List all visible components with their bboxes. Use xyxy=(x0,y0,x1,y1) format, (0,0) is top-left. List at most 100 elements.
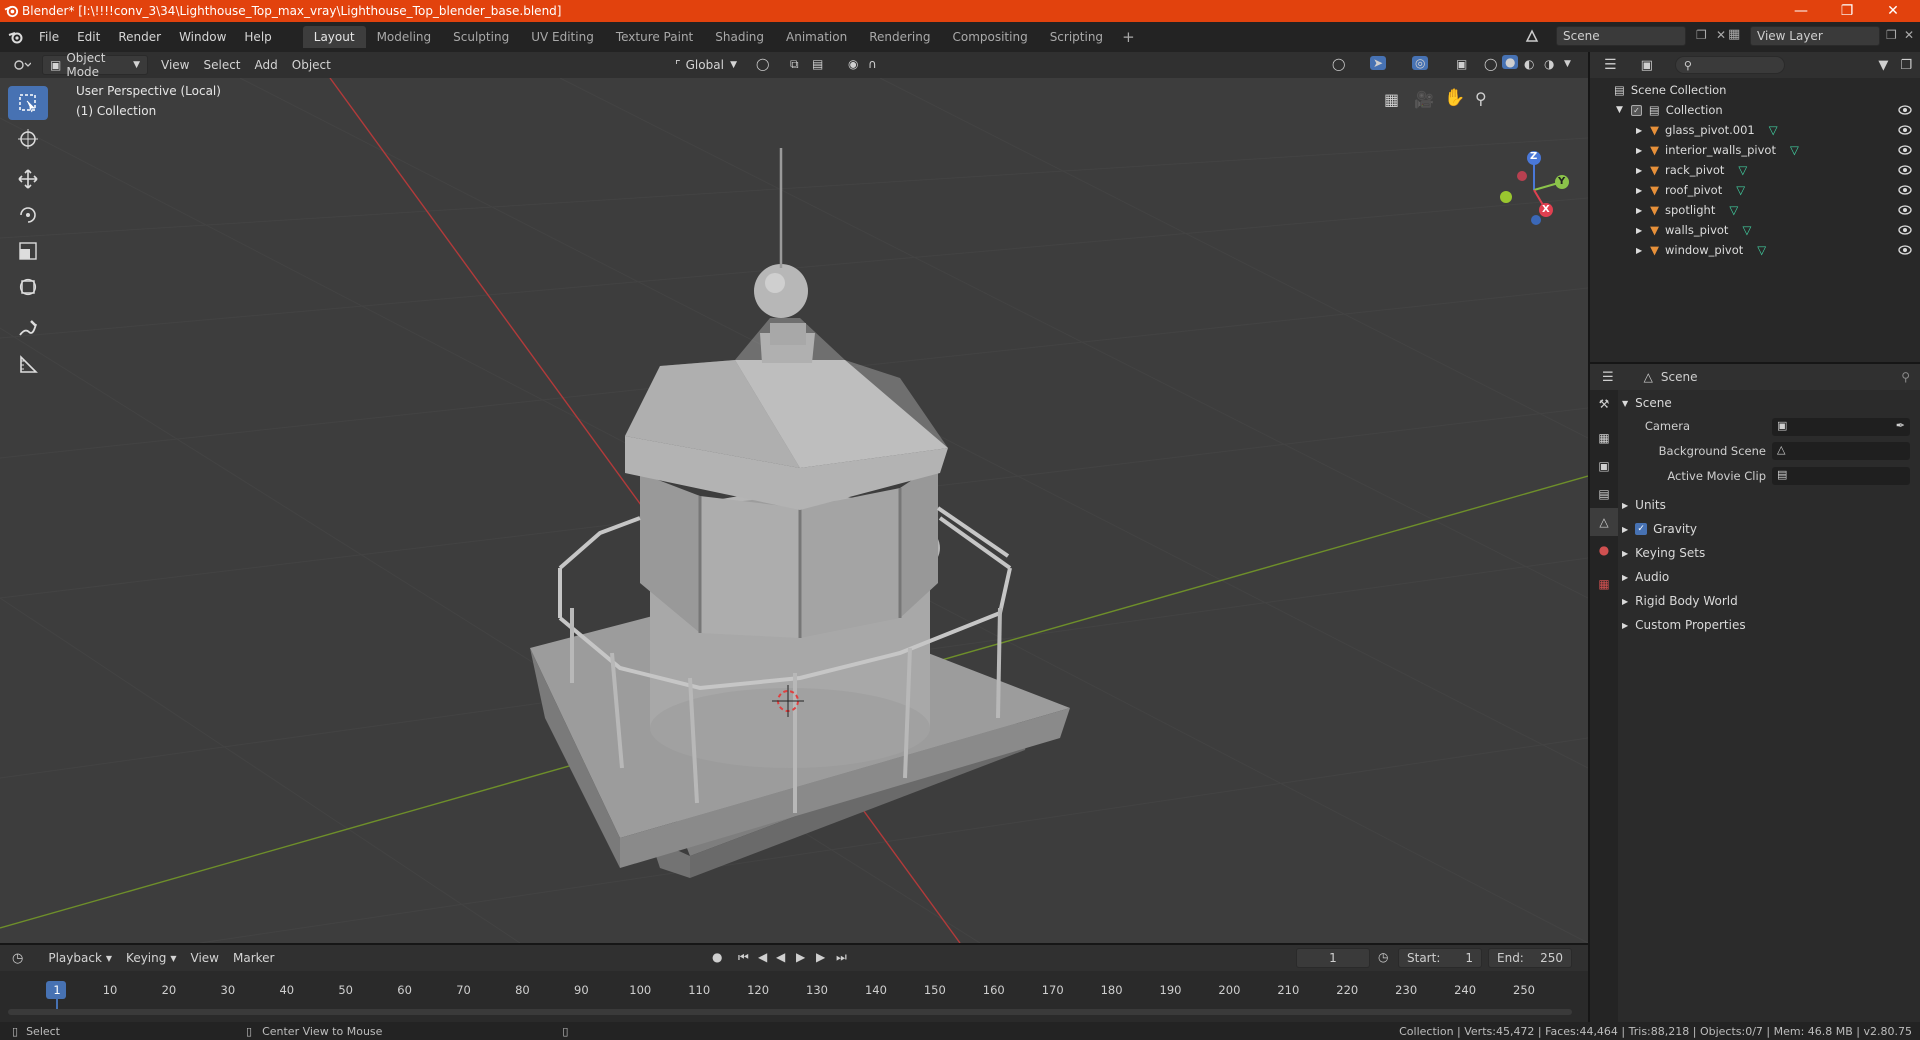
material-shading-icon[interactable]: ◐ xyxy=(1524,57,1534,71)
filter-icon[interactable]: ▼ xyxy=(1878,58,1888,73)
gravity-checkbox[interactable]: ✓ xyxy=(1635,523,1648,535)
eye-icon[interactable] xyxy=(1898,205,1912,215)
gravity-panel-header[interactable]: ▶ ✓ Gravity xyxy=(1622,518,1916,540)
outliner-editor-icon[interactable]: ☰ xyxy=(1604,57,1617,73)
world-tab-icon[interactable]: ● xyxy=(1590,536,1618,564)
background-scene-field[interactable]: △ xyxy=(1772,442,1910,460)
properties-editor-icon[interactable]: ☰ xyxy=(1602,370,1614,385)
expand-arrow-icon[interactable]: ▶ xyxy=(1636,166,1642,175)
clock-icon[interactable]: ◷ xyxy=(1378,950,1388,964)
tab-animation[interactable]: Animation xyxy=(775,26,858,48)
timeline-scrollbar[interactable] xyxy=(8,1009,1572,1015)
eye-icon[interactable] xyxy=(1898,105,1912,115)
scene-type-icon[interactable] xyxy=(1524,26,1540,46)
render-tab-icon[interactable]: ▦ xyxy=(1590,424,1618,452)
collection-row[interactable]: ▼ ✓ ▤ Collection xyxy=(1590,100,1920,120)
minimize-button[interactable]: — xyxy=(1778,0,1824,22)
outliner-item[interactable]: ▶ ▼ glass_pivot.001 ▽ xyxy=(1590,120,1920,140)
outliner-item[interactable]: ▶ ▼ walls_pivot ▽ xyxy=(1590,220,1920,240)
transform-orientation-dropdown[interactable]: ⌜ Global ▼ xyxy=(668,55,744,75)
texture-tab-icon[interactable]: ▦ xyxy=(1590,570,1618,598)
gizmo-z-label[interactable]: Z xyxy=(1530,151,1537,162)
current-frame-field[interactable]: 1 xyxy=(1296,948,1370,968)
scene-name-field[interactable]: Scene xyxy=(1563,29,1600,43)
cursor-tool[interactable] xyxy=(8,122,48,156)
proportional-edit-icon[interactable]: ◉ xyxy=(848,57,858,71)
menu-select[interactable]: Select xyxy=(196,55,247,75)
expand-arrow-icon[interactable]: ▶ xyxy=(1636,206,1642,215)
3d-viewport[interactable]: Z Y X ▦ 🎥 ✋ ⚲ User Perspective (Local) (… xyxy=(0,78,1588,943)
tab-shading[interactable]: Shading xyxy=(704,26,775,48)
xray-toggle-icon[interactable]: ▣ xyxy=(1456,57,1467,71)
new-collection-icon[interactable]: ❐ xyxy=(1900,58,1912,73)
audio-panel-header[interactable]: ▶ Audio xyxy=(1622,566,1916,588)
play-icon[interactable]: ▶ xyxy=(796,950,805,964)
menu-window[interactable]: Window xyxy=(170,30,235,44)
timeline-editor-icon[interactable]: ◷ xyxy=(12,951,23,966)
annotate-tool[interactable] xyxy=(8,312,48,346)
rigid-body-world-panel-header[interactable]: ▶ Rigid Body World xyxy=(1622,590,1916,612)
object-mode-dropdown[interactable]: ▣ Object Mode ▼ xyxy=(42,51,148,79)
gizmo-x-label[interactable]: X xyxy=(1542,204,1550,215)
start-frame-field[interactable]: Start: 1 xyxy=(1398,948,1482,968)
custom-properties-panel-header[interactable]: ▶ Custom Properties xyxy=(1622,614,1916,636)
maximize-button[interactable]: ❐ xyxy=(1824,0,1870,22)
units-panel-header[interactable]: ▶ Units xyxy=(1622,494,1916,516)
eye-icon[interactable] xyxy=(1898,125,1912,135)
scene-panel-header[interactable]: ▼ Scene xyxy=(1622,392,1916,414)
scene-copy-icon[interactable]: ❐ xyxy=(1696,28,1707,42)
zoom-icon[interactable]: ⚲ xyxy=(1475,89,1487,108)
shading-options-icon[interactable]: ▼ xyxy=(1564,59,1571,69)
eye-icon[interactable] xyxy=(1898,145,1912,155)
overlay-toggle-icon[interactable]: ◎ xyxy=(1412,56,1429,70)
scene-tab-icon[interactable]: △ xyxy=(1590,508,1618,536)
expand-arrow-icon[interactable]: ▶ xyxy=(1636,126,1642,135)
tab-texture-paint[interactable]: Texture Paint xyxy=(605,26,704,48)
expand-arrow-icon[interactable]: ▶ xyxy=(1636,226,1642,235)
solid-shading-icon[interactable]: ● xyxy=(1502,55,1519,69)
eyedropper-icon[interactable]: ✒ xyxy=(1896,419,1905,432)
rotate-tool[interactable] xyxy=(8,198,48,232)
tab-compositing[interactable]: Compositing xyxy=(941,26,1038,48)
outliner-item[interactable]: ▶ ▼ rack_pivot ▽ xyxy=(1590,160,1920,180)
pivot-point-icon[interactable]: ◯ xyxy=(756,57,769,71)
next-keyframe-icon[interactable]: ▶ xyxy=(816,950,825,964)
menu-view[interactable]: View xyxy=(154,55,196,75)
menu-marker[interactable]: Marker xyxy=(226,948,281,968)
expand-arrow-icon[interactable]: ▶ xyxy=(1636,186,1642,195)
gizmo-y-label[interactable]: Y xyxy=(1558,176,1565,187)
pin-icon[interactable]: ⚲ xyxy=(1901,370,1910,384)
active-movie-clip-field[interactable]: ▤ xyxy=(1772,467,1910,485)
tab-rendering[interactable]: Rendering xyxy=(858,26,941,48)
record-icon[interactable]: ● xyxy=(712,950,722,964)
end-frame-field[interactable]: End: 250 xyxy=(1488,948,1572,968)
view-layer-copy-icon[interactable]: ❐ xyxy=(1886,28,1897,42)
outliner-search-input[interactable]: ⚲ xyxy=(1674,56,1785,74)
menu-render[interactable]: Render xyxy=(109,30,170,44)
tab-scripting[interactable]: Scripting xyxy=(1039,26,1114,48)
menu-keying[interactable]: Keying ▼ xyxy=(119,948,183,968)
snap-icon[interactable]: ⧉ xyxy=(790,57,799,72)
menu-edit[interactable]: Edit xyxy=(68,30,109,44)
menu-playback[interactable]: Playback ▼ xyxy=(41,948,119,968)
prev-keyframe-icon[interactable]: ◀ xyxy=(758,950,767,964)
display-mode-icon[interactable]: ▣ xyxy=(1641,58,1653,73)
scene-remove-icon[interactable]: ✕ xyxy=(1716,28,1726,42)
menu-help[interactable]: Help xyxy=(235,30,280,44)
tool-tab-icon[interactable]: ⚒ xyxy=(1590,390,1618,418)
expand-arrow-icon[interactable]: ▶ xyxy=(1636,246,1642,255)
scene-collection-row[interactable]: ▤ Scene Collection xyxy=(1590,80,1920,100)
menu-add[interactable]: Add xyxy=(248,55,285,75)
camera-field[interactable]: ▣ ✒ xyxy=(1772,418,1910,436)
outliner-item[interactable]: ▶ ▼ window_pivot ▽ xyxy=(1590,240,1920,260)
collection-checkbox[interactable]: ✓ xyxy=(1630,104,1642,116)
close-button[interactable]: ✕ xyxy=(1870,0,1916,22)
outliner-item[interactable]: ▶ ▼ spotlight ▽ xyxy=(1590,200,1920,220)
measure-tool[interactable] xyxy=(8,348,48,382)
menu-object[interactable]: Object xyxy=(285,55,338,75)
tab-uv-editing[interactable]: UV Editing xyxy=(520,26,605,48)
eye-icon[interactable] xyxy=(1898,165,1912,175)
menu-file[interactable]: File xyxy=(30,30,68,44)
view-layer-remove-icon[interactable]: ✕ xyxy=(1904,28,1914,42)
blender-menu-icon[interactable] xyxy=(8,29,24,45)
